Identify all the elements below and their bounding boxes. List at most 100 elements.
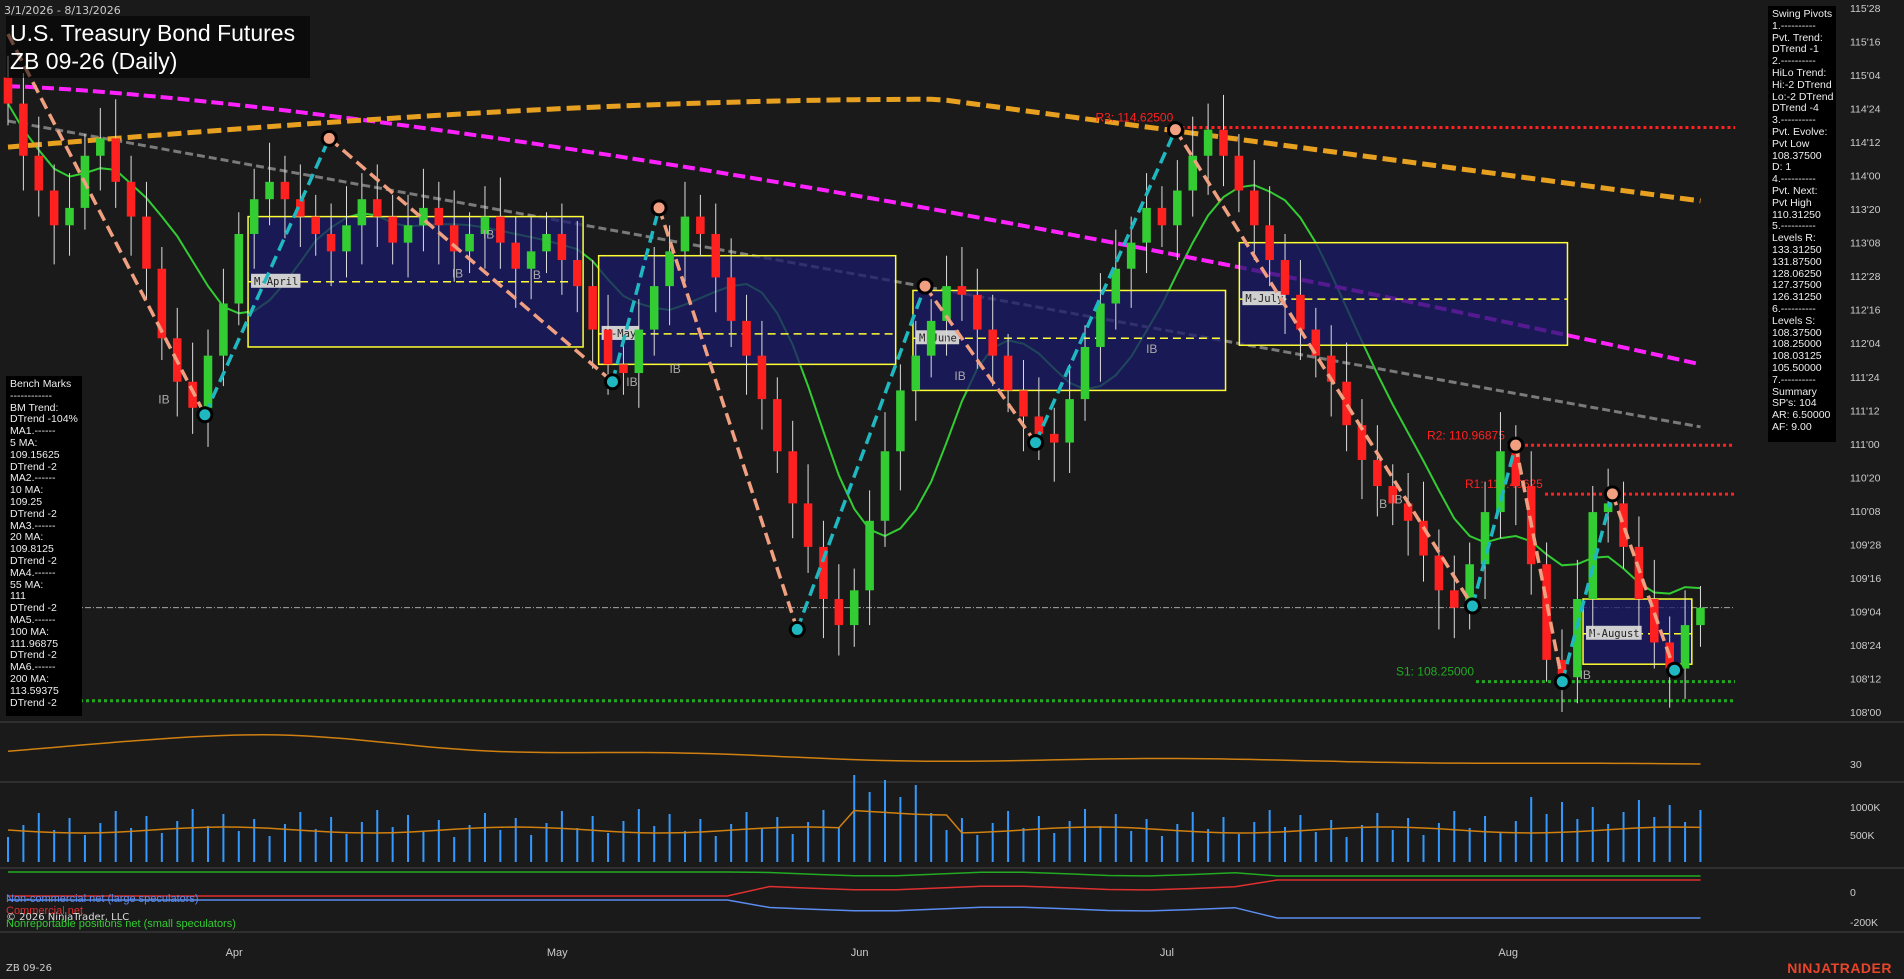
candle-body: [1434, 555, 1444, 591]
swing-low-marker: [196, 406, 214, 424]
price-chart[interactable]: M-AprilM-May M-JuneM-JulyM-August R3: 114…: [0, 0, 1904, 979]
candle-body: [1480, 512, 1490, 565]
candle-body: [1049, 433, 1059, 443]
ib-label: IB: [530, 268, 541, 282]
swing-pivots-line: 105.50000: [1772, 361, 1822, 374]
ib-label: IB: [452, 266, 463, 280]
bench-marks-line: DTrend -2: [10, 554, 57, 567]
candle-body: [588, 286, 597, 330]
bench-marks-line: DTrend -2: [10, 696, 57, 709]
cot-panel: 0 -200K: [8, 871, 1878, 929]
time-axis[interactable]: Apr May Jun Jul Aug: [226, 947, 1518, 959]
candle-body: [865, 520, 874, 591]
y-tick-label: 109'16: [1850, 573, 1881, 585]
swing-pivots-line: 131.87500: [1772, 255, 1822, 268]
chart-subtitle: ZB 09-26 (Daily): [10, 48, 178, 74]
swing-low-marker: [603, 373, 621, 391]
candle-body: [711, 233, 721, 278]
candle-body: [896, 390, 905, 452]
swing-low-marker: [1463, 597, 1481, 615]
swing-low-marker: [788, 620, 806, 638]
candle-body: [1173, 190, 1182, 226]
ib-label: IB: [483, 227, 494, 241]
swing-pivots-line: Pvt. Evolve:: [1772, 125, 1828, 138]
bench-marks-line: 109.15625: [10, 448, 60, 461]
y-tick-label: 108'12: [1850, 673, 1881, 685]
candle-body: [403, 225, 413, 243]
candle-body: [573, 260, 582, 287]
swing-pivots-line: HiLo Trend:: [1772, 66, 1827, 79]
bench-marks-line: MA4.------: [10, 566, 56, 579]
resistance-level-label: R2: 110.96875: [1427, 428, 1505, 442]
swing-low-marker: [1027, 434, 1045, 452]
swing-segment: [6, 33, 207, 416]
candle-body: [142, 216, 151, 269]
cot-tick-label: 0: [1850, 887, 1856, 899]
candle-body: [803, 503, 813, 547]
swing-pivots-line: 1.----------: [1772, 19, 1816, 32]
candle-body: [1696, 607, 1705, 626]
x-tick-label: Apr: [226, 947, 243, 959]
cot-line: [8, 879, 1701, 897]
bench-marks-line: 113.59375: [10, 684, 59, 697]
candle-body: [1157, 207, 1167, 226]
candle-body: [526, 251, 536, 269]
candle-body: [511, 242, 521, 269]
y-tick-label: 111'12: [1850, 405, 1880, 417]
candle-body: [757, 355, 767, 400]
candle-body: [957, 286, 967, 295]
ma-200-line: [7, 96, 1701, 204]
candle-body: [280, 181, 290, 200]
y-tick-label: 111'00: [1850, 439, 1880, 451]
candle-body: [880, 451, 890, 521]
swing-pivots-line: AF: 9.00: [1772, 420, 1812, 433]
x-tick-label: Aug: [1498, 947, 1518, 959]
ib-label: IB: [669, 362, 680, 376]
bench-marks-line: ------------: [10, 389, 52, 402]
bench-marks-line: 100 MA:: [10, 625, 50, 638]
volume-panel: 1000K 500K: [7, 775, 1880, 862]
price-axis[interactable]: 115'28 115'16 115'04 114'24 114'12 114'00 113'…: [1850, 3, 1881, 719]
candle-body: [126, 181, 136, 217]
candle-body: [973, 294, 982, 330]
y-tick-label: 109'04: [1850, 606, 1881, 618]
y-tick-label: 115'16: [1850, 37, 1881, 49]
swing-segment: [1033, 128, 1178, 444]
candle-body: [634, 329, 644, 374]
ib-label: IB: [1376, 497, 1387, 511]
candle-body: [1080, 346, 1090, 400]
monthly-range-label: M-April: [254, 276, 298, 288]
candle-body: [557, 233, 567, 261]
candle-body: [434, 207, 444, 226]
candle-body: [1065, 399, 1074, 443]
candle-body: [1142, 207, 1151, 243]
swing-segment: [1470, 444, 1518, 607]
candle-body: [249, 199, 259, 234]
swing-pivots-line: 7.----------: [1772, 373, 1816, 386]
candle-body: [773, 399, 782, 452]
candle-body: [111, 138, 120, 182]
bench-marks-line: 109.25: [10, 495, 43, 508]
brand-logo: NINJATRADER: [1787, 960, 1892, 976]
swing-pivots-line: Pvt. Next:: [1772, 184, 1818, 197]
candle-body: [1419, 520, 1428, 556]
monthly-range-label: M-August: [1589, 628, 1640, 640]
swing-high-marker: [916, 277, 934, 295]
swing-pivots-line: 6.----------: [1772, 302, 1816, 315]
candle-body: [1265, 225, 1274, 261]
candle-body: [1249, 190, 1259, 226]
candle-body: [1126, 242, 1136, 269]
legend-noncommercial: Non-commercial net (large speculators): [6, 893, 199, 905]
bench-marks-line: 200 MA:: [10, 672, 50, 685]
x-tick-label: May: [547, 947, 568, 959]
y-tick-label: 112'28: [1850, 271, 1881, 283]
swing-high-marker: [650, 199, 668, 217]
y-tick-label: 113'20: [1850, 204, 1881, 216]
candle-body: [1096, 303, 1105, 347]
swing-high-marker: [1507, 436, 1525, 454]
candle-body: [372, 199, 382, 217]
candle-body: [788, 451, 797, 504]
y-tick-label: 111'24: [1850, 372, 1880, 384]
candle-body: [1219, 129, 1228, 156]
candle-body: [542, 233, 551, 252]
